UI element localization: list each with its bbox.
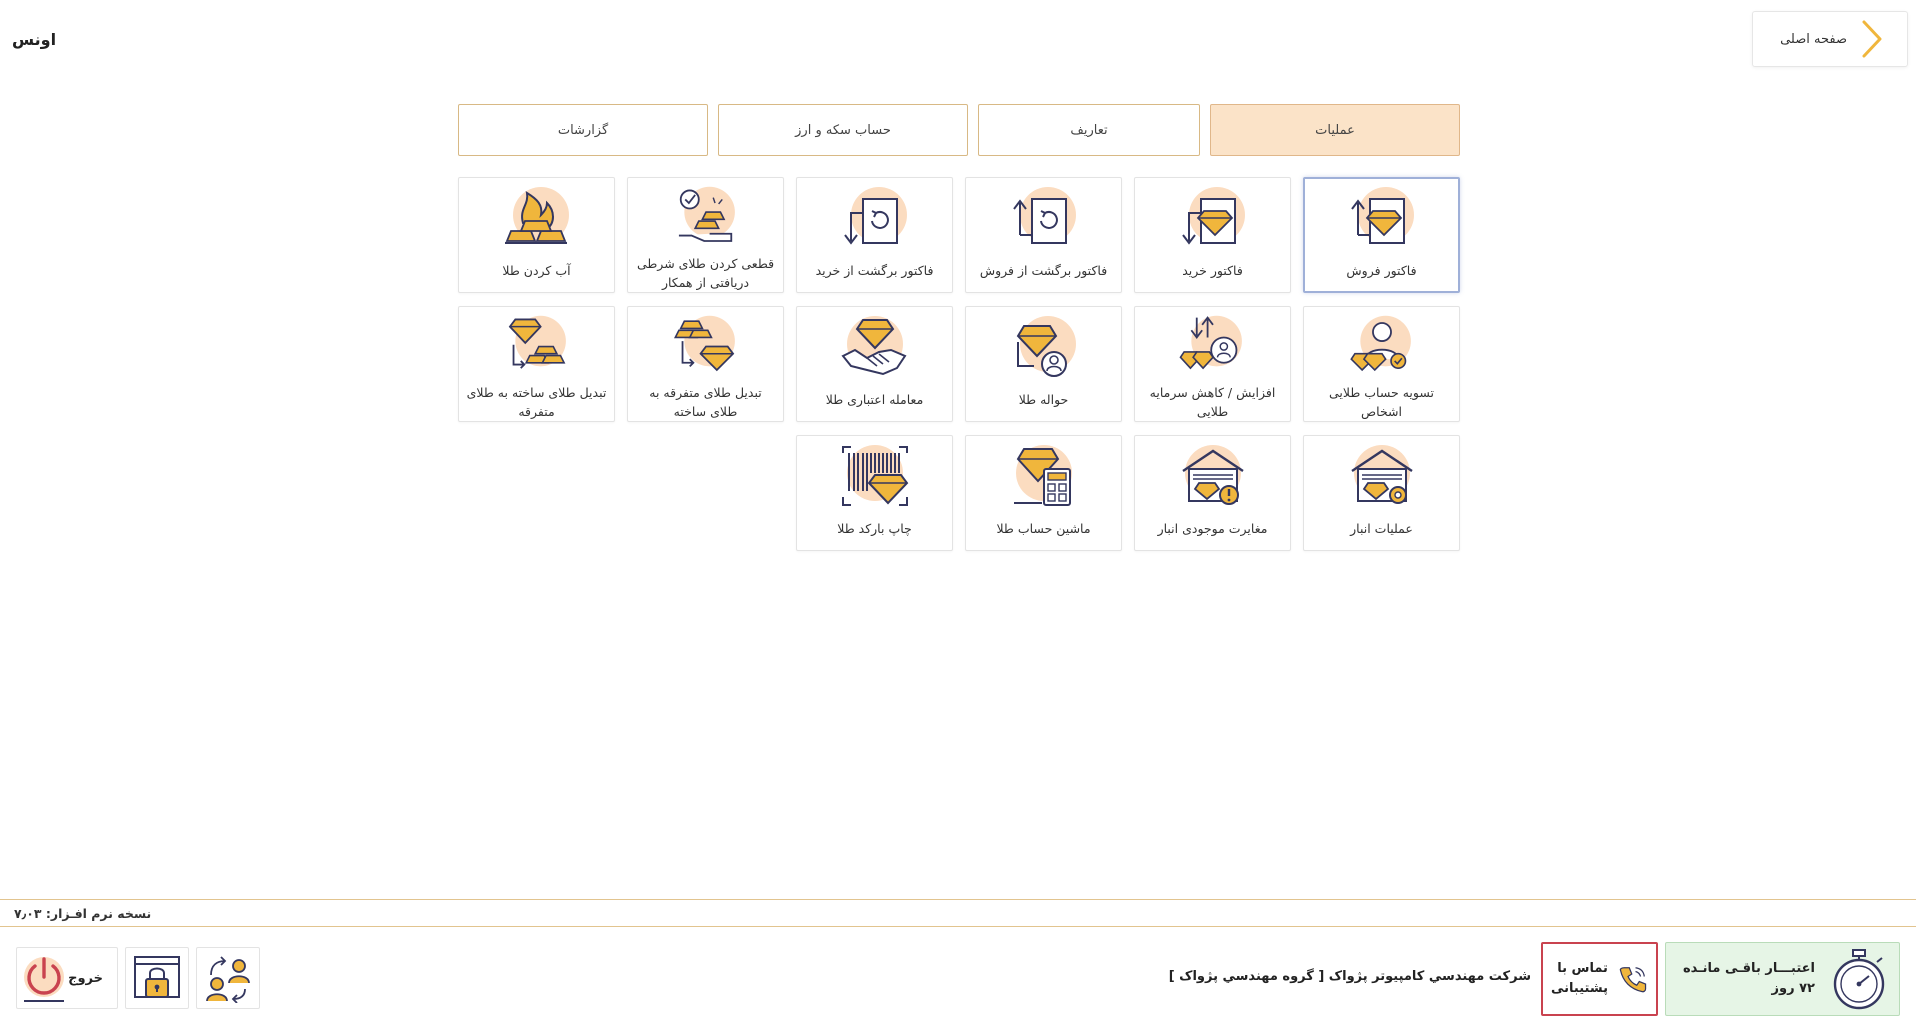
card-label: قطعی کردن طلای شرطی دریافتی از همکار (636, 256, 775, 290)
card-label: تبدیل طلای ساخته به طلای متفرقه (466, 385, 607, 419)
gold-transfer-icon (1016, 316, 1076, 377)
barcode-gold-icon (841, 445, 908, 506)
card-inventory-mismatch[interactable]: مغایرت موجودی انبار (1134, 435, 1291, 551)
exit-label: خروج (68, 970, 103, 986)
warehouse-gear-icon (1350, 445, 1413, 504)
person-gold-check-icon (1349, 315, 1411, 372)
version-bar: نسخه نرم افـزار: ۷٫۰۳ (0, 899, 1916, 927)
card-made-to-misc[interactable]: تبدیل طلای ساخته به طلای متفرقه (458, 306, 615, 422)
sales-return-icon (1012, 187, 1076, 244)
card-label: عملیات انبار (1350, 521, 1413, 536)
remaining-credit-panel: اعتبـــار باقـی مانـده ۷۲ روز (1665, 942, 1900, 1016)
melt-gold-icon (504, 187, 569, 244)
tab-operations[interactable]: عملیات (1210, 104, 1460, 156)
company-name: شرکت مهندسي کامپيوتر پژواک [ گروه مهندسي… (1168, 969, 1531, 984)
tab-reports[interactable]: گزارشات (458, 104, 708, 156)
card-gold-capital[interactable]: افزایش / کاهش سرمایه طلایی (1134, 306, 1291, 422)
credit-days: ۷۲ روز (1771, 981, 1815, 996)
card-label: فاکتور فروش (1346, 263, 1417, 278)
support-label-line2: پشتیبانی (1551, 981, 1608, 996)
capital-up-down-icon (1178, 315, 1242, 370)
chevron-right-icon (1862, 20, 1882, 58)
credit-label: اعتبـــار باقـی مانـده (1682, 961, 1815, 976)
bars-to-diamond-icon (673, 315, 735, 372)
card-misc-to-made[interactable]: تبدیل طلای متفرقه به طلای ساخته (627, 306, 784, 422)
lock-screen-button[interactable] (125, 947, 189, 1009)
card-label: آب کردن طلا (502, 263, 571, 278)
card-label: فاکتور برگشت از فروش (979, 263, 1108, 278)
card-sales-invoice[interactable]: فاکتور فروش (1303, 177, 1460, 293)
card-gold-calculator[interactable]: ماشین حساب طلا (965, 435, 1122, 551)
card-label: افزایش / کاهش سرمایه طلایی (1149, 385, 1276, 419)
home-button[interactable]: صفحه اصلی (1752, 11, 1908, 67)
switch-user-button[interactable] (196, 947, 260, 1009)
software-version: نسخه نرم افـزار: ۷٫۰۳ (14, 905, 152, 921)
contact-support-button[interactable]: تماس با پشتیبانی (1541, 942, 1658, 1016)
tab-definitions[interactable]: تعاریف (978, 104, 1200, 156)
card-gold-transfer[interactable]: حواله طلا (965, 306, 1122, 422)
power-icon (24, 957, 65, 1002)
main-tabs: عملیات تعاریف حساب سکه و ارز گزارشات (458, 104, 1460, 158)
switch-user-icon (206, 956, 250, 1003)
card-purchase-return[interactable]: فاکتور برگشت از خرید (796, 177, 953, 293)
card-label: حواله طلا (1018, 392, 1069, 407)
app-title: اونس (12, 30, 57, 49)
card-credit-trade[interactable]: معامله اعتباری طلا (796, 306, 953, 422)
phone-icon (1619, 967, 1647, 993)
stopwatch-icon (1833, 949, 1885, 1010)
home-button-label: صفحه اصلی (1780, 31, 1847, 47)
calculator-gold-icon (1013, 445, 1072, 506)
card-melt-gold[interactable]: آب کردن طلا (458, 177, 615, 293)
card-label: مغایرت موجودی انبار (1157, 521, 1268, 536)
card-label: فاکتور برگشت از خرید (815, 263, 934, 278)
card-label: ماشین حساب طلا (996, 521, 1091, 536)
operations-grid: فاکتور فروش فاکتور خرید فاکتور برگشت از … (458, 177, 1460, 551)
footer: اعتبـــار باقـی مانـده ۷۲ روز تماس با پش… (0, 927, 1916, 1029)
diamond-to-bars-icon (508, 315, 566, 369)
card-label: معامله اعتباری طلا (825, 392, 924, 407)
exit-button[interactable]: خروج (16, 947, 118, 1009)
card-purchase-invoice[interactable]: فاکتور خرید (1134, 177, 1291, 293)
card-settle-gold-account[interactable]: تسویه حساب طلایی اشخاص (1303, 306, 1460, 422)
purchase-return-icon (843, 187, 907, 245)
support-label-line1: تماس با (1557, 961, 1608, 976)
lock-icon (134, 956, 180, 998)
card-finalize-conditional-gold[interactable]: قطعی کردن طلای شرطی دریافتی از همکار (627, 177, 784, 293)
card-label: تبدیل طلای متفرقه به طلای ساخته (649, 385, 762, 419)
tab-coin-currency-account[interactable]: حساب سکه و ارز (718, 104, 968, 156)
hand-gold-check-icon (678, 186, 735, 242)
sales-invoice-icon (1350, 187, 1414, 244)
card-warehouse-operations[interactable]: عملیات انبار (1303, 435, 1460, 551)
card-label: تسویه حساب طلایی اشخاص (1329, 385, 1434, 419)
warehouse-alert-icon (1181, 445, 1244, 505)
card-print-barcode[interactable]: چاپ بارکد طلا (796, 435, 953, 551)
purchase-invoice-icon (1181, 187, 1245, 245)
card-sales-return[interactable]: فاکتور برگشت از فروش (965, 177, 1122, 293)
card-label: چاپ بارکد طلا (837, 521, 912, 536)
card-label: فاکتور خرید (1182, 263, 1243, 278)
handshake-gold-icon (840, 316, 906, 376)
